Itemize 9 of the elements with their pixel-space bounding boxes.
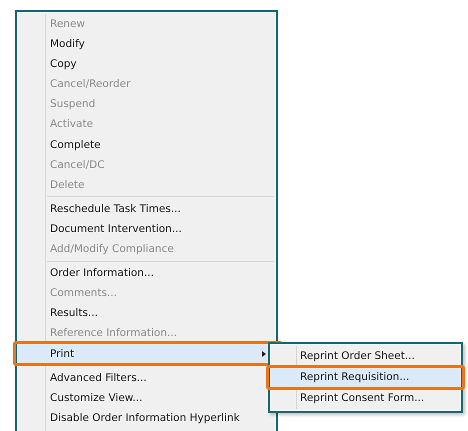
menu-item[interactable]: Disable Order Information Hyperlink xyxy=(17,408,276,428)
menu-item[interactable]: Results... xyxy=(17,303,276,324)
menu-item[interactable]: Document Intervention... xyxy=(17,218,276,240)
menu-item[interactable]: Order Information... xyxy=(17,263,276,284)
menu-item[interactable]: Copy xyxy=(17,54,276,74)
menu-item[interactable]: Reprint Consent Form... xyxy=(270,388,461,409)
menu-item[interactable]: Complete xyxy=(17,134,276,155)
menu-item[interactable]: Reschedule Task Times... xyxy=(17,198,276,219)
menu-item[interactable]: Modify xyxy=(17,34,276,54)
